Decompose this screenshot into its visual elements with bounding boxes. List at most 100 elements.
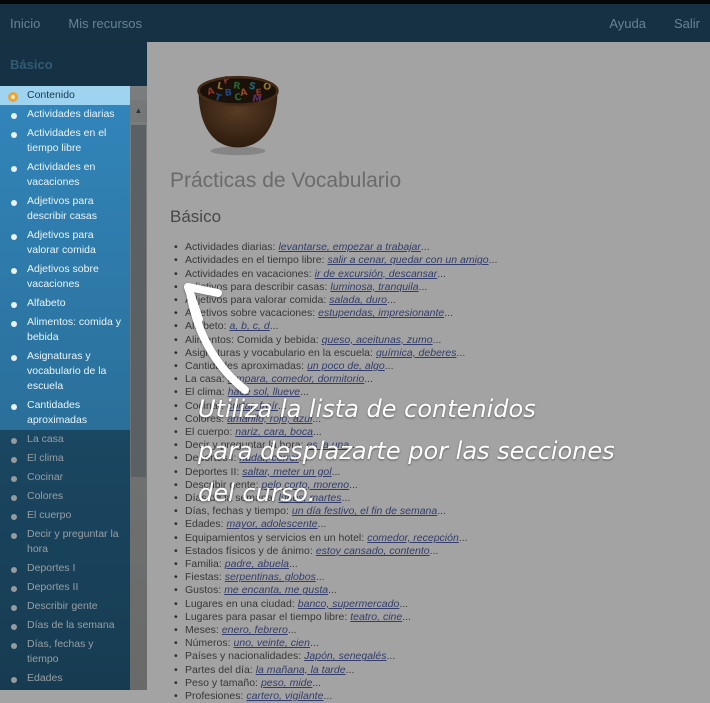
list-bullet-icon: • (174, 400, 178, 413)
sidebar-item-actividades-diarias[interactable]: Actividades diarias (0, 105, 130, 124)
vocab-links[interactable]: me encanta, me gusta (224, 584, 328, 596)
vocab-list-item-fiestas: •Fiestas:serpentinas, globos... (172, 571, 710, 584)
vocab-links[interactable]: luminosa, tranquila (330, 281, 418, 293)
vocab-links[interactable]: mayor, adolescente (227, 518, 318, 530)
page-title: Prácticas de Vocabulario (170, 169, 710, 193)
bullet-icon (11, 567, 17, 573)
vocab-links[interactable]: la mañana, la tarde (256, 664, 346, 676)
vocab-list-item-actividades-en-vacaciones: •Actividades en vacaciones:ir de excursi… (172, 268, 710, 281)
vocab-links[interactable]: estoy cansado, contento (316, 545, 430, 557)
vocab-links[interactable]: un día festivo, el fin de semana (292, 505, 437, 517)
nav-inicio[interactable]: Inicio (10, 16, 40, 31)
sidebar-item-el-cuerpo[interactable]: El cuerpo (0, 506, 130, 525)
sidebar-item-actividades-en-el-tiempo-libre[interactable]: Actividades en el tiempo libre (0, 124, 130, 158)
sidebar-item-decir-y-preguntar-la-hora[interactable]: Decir y preguntar la hora (0, 525, 130, 559)
vocab-list-item-la-casa: •La casa:lámpara, comedor, dormitorio... (172, 373, 710, 386)
bullet-icon (11, 624, 17, 630)
list-bullet-icon: • (174, 439, 178, 452)
vocab-links[interactable]: Japón, senegalés (304, 650, 386, 662)
vocab-links[interactable]: salada, duro (329, 294, 387, 306)
vocab-links[interactable]: es la una (306, 439, 349, 451)
vocab-links[interactable]: lunes, martes (278, 492, 341, 504)
vocab-links[interactable]: padre, abuela (225, 558, 289, 570)
vocab-links[interactable]: serpentinas, globos (225, 571, 316, 583)
scrollbar-thumb[interactable] (131, 125, 146, 477)
bullet-icon (11, 514, 17, 520)
vocab-links[interactable]: amarillo, rojo, azul (227, 413, 312, 425)
vocab-links[interactable]: a, b, c, d (229, 320, 269, 332)
sidebar-item-alfabeto[interactable]: Alfabeto (0, 294, 130, 313)
sidebar-item-alimentos-comida-y-bebida[interactable]: Alimentos: comida y bebida (0, 313, 130, 347)
nav-mis-recursos[interactable]: Mis recursos (68, 16, 142, 31)
list-bullet-icon: • (174, 505, 178, 518)
vocab-links[interactable]: banco, supermercado (298, 598, 400, 610)
sidebar-item-deportes-ii[interactable]: Deportes II (0, 578, 130, 597)
sidebar-item-dias-fechas-y-tiempo[interactable]: Días, fechas y tiempo (0, 635, 130, 669)
sidebar-item-describir-gente[interactable]: Describir gente (0, 597, 130, 616)
vocab-links[interactable]: un poco de, algo (307, 360, 385, 372)
sidebar-item-contenido[interactable]: Contenido (0, 86, 130, 105)
vocab-links[interactable]: enero, febrero (222, 624, 288, 636)
sidebar-item-colores[interactable]: Colores (0, 487, 130, 506)
vocab-list-item-alimentos-comida-y-bebida: •Alimentos: Comida y bebida:queso, aceit… (172, 334, 710, 347)
vocab-links[interactable]: levantarse, empezar a trabajar (278, 241, 420, 253)
bullet-icon (11, 166, 17, 172)
list-bullet-icon: • (174, 268, 178, 281)
section-heading: Básico (170, 207, 710, 227)
vocab-links[interactable]: nadar, correr (239, 452, 299, 464)
nav-ayuda[interactable]: Ayuda (609, 16, 646, 31)
vocab-links[interactable]: peso, mide (261, 677, 312, 689)
sidebar-item-cantidades-aproximadas[interactable]: Cantidades aproximadas (0, 396, 130, 430)
list-bullet-icon: • (174, 624, 178, 637)
vocab-links[interactable]: saltar, meter un gol (242, 466, 331, 478)
sidebar-item-asignaturas-y-vocabulario-de-la-escuela[interactable]: Asignaturas y vocabulario de la escuela (0, 347, 130, 396)
sidebar-item-dias-de-la-semana[interactable]: Días de la semana (0, 616, 130, 635)
vocab-links[interactable]: hace sol, llueve (228, 386, 300, 398)
vocab-list-item-gustos: •Gustos:me encanta, me gusta... (172, 584, 710, 597)
vocab-list-item-colores: •Colores:amarillo, rojo, azul... (172, 413, 710, 426)
vocab-links[interactable]: química, deberes (376, 347, 457, 359)
bullet-icon (11, 234, 17, 240)
vocab-links[interactable]: cortar, freír (227, 400, 278, 412)
list-bullet-icon: • (174, 664, 178, 677)
sidebar-item-adjetivos-para-valorar-comida[interactable]: Adjetivos para valorar comida (0, 226, 130, 260)
vocab-links[interactable]: uno, veinte, cien (234, 637, 310, 649)
top-navigation-bar: Inicio Mis recursos Ayuda Salir (0, 4, 710, 42)
list-bullet-icon: • (174, 334, 178, 347)
vocab-links[interactable]: cartero, vigilante (246, 690, 323, 702)
sidebar-item-adjetivos-para-describir-casas[interactable]: Adjetivos para describir casas (0, 192, 130, 226)
list-bullet-icon: • (174, 558, 178, 571)
sidebar-item-deportes-i[interactable]: Deportes I (0, 559, 130, 578)
scroll-up-arrow-icon[interactable]: ▲ (130, 100, 147, 122)
sidebar-item-adjetivos-sobre-vacaciones[interactable]: Adjetivos sobre vacaciones (0, 260, 130, 294)
vocab-list-item-lugares-para-pasar-el-tiempo-libre: •Lugares para pasar el tiempo libre:teat… (172, 611, 710, 624)
bullet-icon (11, 355, 17, 361)
vocab-list-item-dias-fechas-y-tiempo: •Días, fechas y tiempo:un día festivo, e… (172, 505, 710, 518)
vocab-links[interactable]: nariz, cara, boca (235, 426, 313, 438)
sidebar-item-cocinar[interactable]: Cocinar (0, 468, 130, 487)
vocab-links[interactable]: estupendas, impresionante (318, 307, 444, 319)
vocab-links[interactable]: teatro, cine (350, 611, 402, 623)
vocab-list-item-paises-y-nacionalidades: •Países y nacionalidades:Japón, senegalé… (172, 650, 710, 663)
bullet-icon (11, 605, 17, 611)
vocab-links[interactable]: pelo corto, moreno (262, 479, 350, 491)
vocab-list-item-cocinar: •Cocinar:cortar, freír... (172, 400, 710, 413)
vocab-list-item-actividades-diarias: •Actividades diarias:levantarse, empezar… (172, 241, 710, 254)
sidebar-item-la-casa[interactable]: La casa (0, 430, 130, 449)
vocab-links[interactable]: queso, aceitunas, zumo (322, 334, 433, 346)
list-bullet-icon: • (174, 386, 178, 399)
vocab-links[interactable]: lámpara, comedor, dormitorio (228, 373, 365, 385)
vocab-list-item-el-clima: •El clima:hace sol, llueve... (172, 386, 710, 399)
nav-salir[interactable]: Salir (674, 16, 700, 31)
list-bullet-icon: • (174, 611, 178, 624)
vocab-links[interactable]: salir a cenar, quedar con un amigo (328, 254, 489, 266)
sidebar-item-el-clima[interactable]: El clima (0, 449, 130, 468)
vocab-links[interactable]: ir de excursión, descansar (315, 268, 438, 280)
vocab-list-item-partes-del-dia: •Partes del día:la mañana, la tarde... (172, 664, 710, 677)
sidebar-item-actividades-en-vacaciones[interactable]: Actividades en vacaciones (0, 158, 130, 192)
sidebar-scrollbar[interactable]: ▲ (130, 42, 147, 690)
bullet-icon (11, 132, 17, 138)
vocab-links[interactable]: comedor, recepción (367, 532, 459, 544)
sidebar-item-edades[interactable]: Edades (0, 669, 130, 688)
bullet-icon (11, 200, 17, 206)
